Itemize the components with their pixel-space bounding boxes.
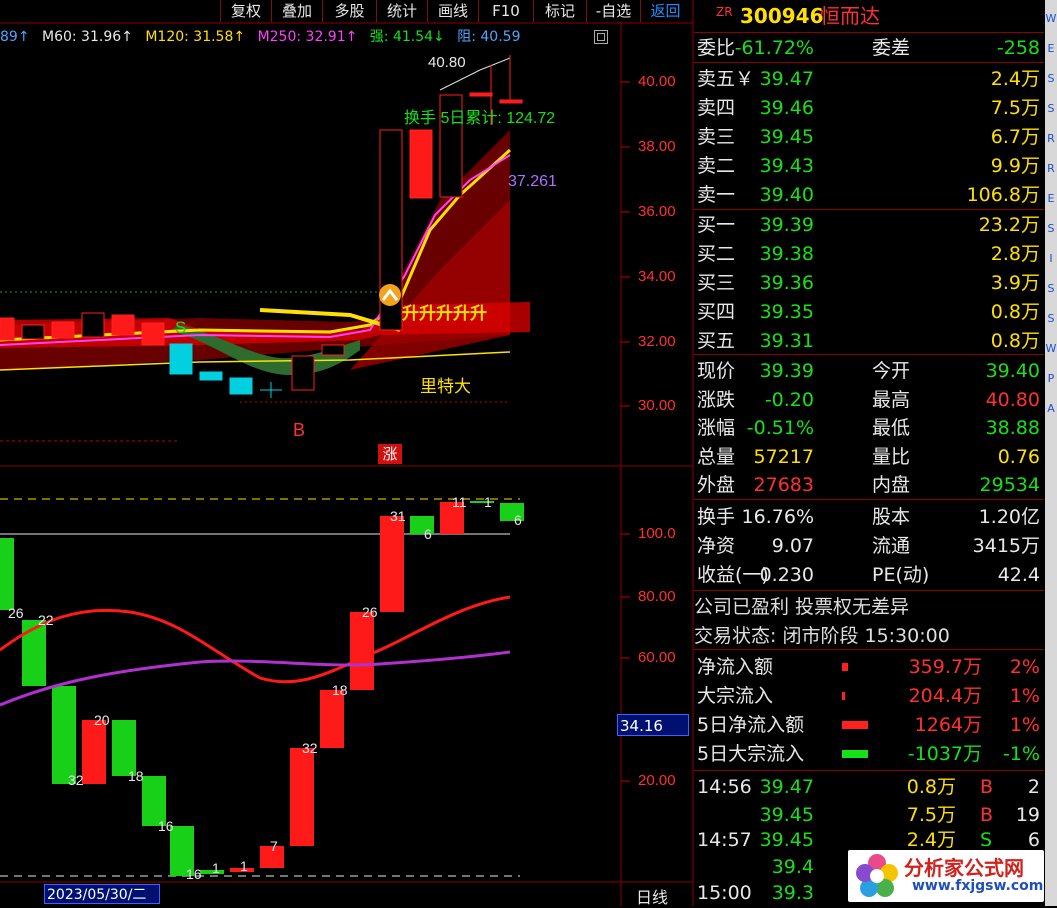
lite-da-annotation: 里特大 bbox=[420, 377, 471, 396]
company-note: 公司已盈利 投票权无差异 bbox=[694, 596, 910, 618]
osc-bar-value: 1 bbox=[212, 860, 220, 876]
osc-bar-value: 26 bbox=[8, 605, 24, 621]
quote-row: 外盘 27683 内盘 29534 bbox=[697, 474, 1040, 496]
orderbook-row: 买二 39.38 2.8万 bbox=[697, 243, 1040, 265]
side-tab[interactable]: I bbox=[1045, 252, 1057, 270]
turnover-annotation: 换手 5日累计: 124.72 bbox=[404, 110, 556, 127]
capital-flow-row: 大宗流入 204.4万 1% bbox=[697, 685, 1040, 707]
orderbook-row: 卖五￥ 39.47 2.4万 bbox=[697, 68, 1040, 90]
osc-bar-value: 18 bbox=[332, 682, 348, 698]
capital-flow-row: 净流入额 359.7万 2% bbox=[697, 656, 1040, 678]
orderbook-row: 卖一 39.40 106.8万 bbox=[697, 184, 1040, 206]
price-axis-label: 40.00 bbox=[638, 73, 676, 90]
zhang-marker: 涨 bbox=[378, 444, 402, 464]
osc-bar-value: 1 bbox=[484, 494, 492, 510]
osc-axis-label: 100.0 bbox=[638, 525, 676, 542]
crosshair-value-box: 34.16 bbox=[617, 714, 689, 736]
osc-bar-value: 31 bbox=[390, 508, 406, 524]
quote-row: 涨幅 -0.51% 最低 38.88 bbox=[697, 417, 1040, 439]
peak-price-label: 40.80 bbox=[428, 54, 466, 71]
quote-row: 涨跌 -0.20 最高 40.80 bbox=[697, 388, 1040, 411]
breakout-annotation: 升升升升升 bbox=[402, 304, 487, 323]
side-tab[interactable]: R bbox=[1045, 132, 1057, 150]
orderbook-row: 卖二 39.43 9.9万 bbox=[697, 155, 1040, 177]
flow-bar bbox=[842, 663, 848, 671]
tick-row: 39.45 7.5万 B 19 bbox=[759, 804, 1040, 826]
stock-header: ZR 300946 恒而达 bbox=[694, 2, 1044, 30]
osc-bar-value: 16 bbox=[158, 818, 174, 834]
side-tab[interactable]: A bbox=[1045, 402, 1057, 420]
side-tab[interactable]: W bbox=[1045, 12, 1057, 30]
weibi-value: -61.72% bbox=[734, 37, 814, 59]
side-tab[interactable]: S bbox=[1045, 102, 1057, 120]
side-tab[interactable]: S bbox=[1045, 312, 1057, 330]
osc-bar-value: 32 bbox=[302, 740, 318, 756]
logo-url: www.fxjgsw.com bbox=[912, 878, 1044, 894]
osc-bar-value: 6 bbox=[424, 526, 432, 542]
fundamental-row: 换手 16.76% 股本 1.20亿 bbox=[697, 506, 1040, 528]
orderbook-row: 买三 39.36 3.9万 bbox=[697, 272, 1040, 294]
orderbook-row: 买四 39.35 0.8万 bbox=[697, 301, 1040, 323]
orderbook-row: 买五 39.31 0.8万 bbox=[697, 330, 1040, 352]
orderbook-row: 卖四 39.46 7.5万 bbox=[697, 97, 1040, 119]
watermark-logo: 分析家公式网 www.fxjgsw.com bbox=[848, 850, 1044, 902]
stock-code: 300946 bbox=[740, 4, 824, 28]
signal-b-marker: B bbox=[293, 420, 306, 440]
price-axis-label: 34.00 bbox=[638, 268, 676, 285]
osc-bar-value: 20 bbox=[94, 712, 110, 728]
osc-bar-value: 16 bbox=[186, 866, 202, 882]
capital-flow-row: 5日净流入额 1264万 1% bbox=[697, 714, 1040, 736]
side-tab[interactable]: S bbox=[1045, 222, 1057, 240]
weibi-row: 委比 -61.72% 委差 -258 bbox=[694, 34, 1044, 62]
fundamental-row: 收益(一) 0.230 PE(动) 42.4 bbox=[697, 564, 1040, 586]
osc-bar-value: 32 bbox=[68, 772, 84, 788]
stock-name: 恒而达 bbox=[820, 4, 880, 28]
flow-bar bbox=[842, 750, 868, 758]
ma-value-annotation: 37.261 bbox=[508, 173, 557, 190]
fundamental-row: 净资 9.07 流通 3415万 bbox=[697, 535, 1040, 557]
stock-badge: ZR bbox=[716, 5, 733, 19]
osc-bar-value: 11 bbox=[452, 494, 467, 510]
orderbook-row: 卖三 39.45 6.7万 bbox=[697, 126, 1040, 148]
kline-chart[interactable] bbox=[0, 0, 694, 906]
osc-axis-label: 60.00 bbox=[638, 649, 676, 666]
capital-flow-row: 5日大宗流入 -1037万 -1% bbox=[697, 743, 1040, 765]
period-tab-daily[interactable]: 日线 bbox=[636, 884, 668, 908]
flow-bar bbox=[842, 692, 845, 700]
flow-bar bbox=[842, 721, 868, 729]
side-scroll-strip[interactable]: WESSRRESISSWPA bbox=[1045, 0, 1057, 906]
signal-s-marker: S bbox=[175, 318, 187, 337]
osc-bar-value: 7 bbox=[270, 838, 278, 854]
osc-bar-value: 1 bbox=[240, 858, 248, 874]
date-cursor-label: 2023/05/30/二 bbox=[44, 884, 160, 904]
side-tab[interactable]: R bbox=[1045, 162, 1057, 180]
osc-bar-value: 6 bbox=[514, 512, 522, 528]
side-tab[interactable]: W bbox=[1045, 342, 1057, 360]
osc-axis-label: 80.00 bbox=[638, 588, 676, 605]
price-axis-label: 38.00 bbox=[638, 138, 676, 155]
flower-icon bbox=[856, 854, 898, 897]
side-tab[interactable]: S bbox=[1045, 72, 1057, 90]
osc-bar-value: 22 bbox=[38, 612, 54, 628]
side-tab[interactable]: S bbox=[1045, 282, 1057, 300]
price-axis-label: 32.00 bbox=[638, 333, 676, 350]
price-axis-label: 30.00 bbox=[638, 397, 676, 414]
price-axis-label: 36.00 bbox=[638, 203, 676, 220]
osc-axis-label: 20.00 bbox=[638, 772, 676, 789]
osc-bar-value: 26 bbox=[362, 604, 378, 620]
tick-row: 14:56 39.47 0.8万 B 2 bbox=[697, 776, 1040, 798]
side-tab[interactable]: E bbox=[1045, 192, 1057, 210]
orderbook-row: 买一 39.39 23.2万 bbox=[697, 214, 1040, 236]
weicha-value: -258 bbox=[996, 37, 1040, 59]
trade-status: 交易状态: 闭市阶段 15:30:00 bbox=[694, 625, 950, 647]
quote-row: 现价 39.39 今开 39.40 bbox=[697, 360, 1040, 382]
logo-title: 分析家公式网 bbox=[904, 856, 1024, 880]
quote-row: 总量 57217 量比 0.76 bbox=[697, 445, 1040, 468]
osc-bar-value: 18 bbox=[128, 768, 144, 784]
side-tab[interactable]: E bbox=[1045, 42, 1057, 60]
side-tab[interactable]: P bbox=[1045, 372, 1057, 390]
